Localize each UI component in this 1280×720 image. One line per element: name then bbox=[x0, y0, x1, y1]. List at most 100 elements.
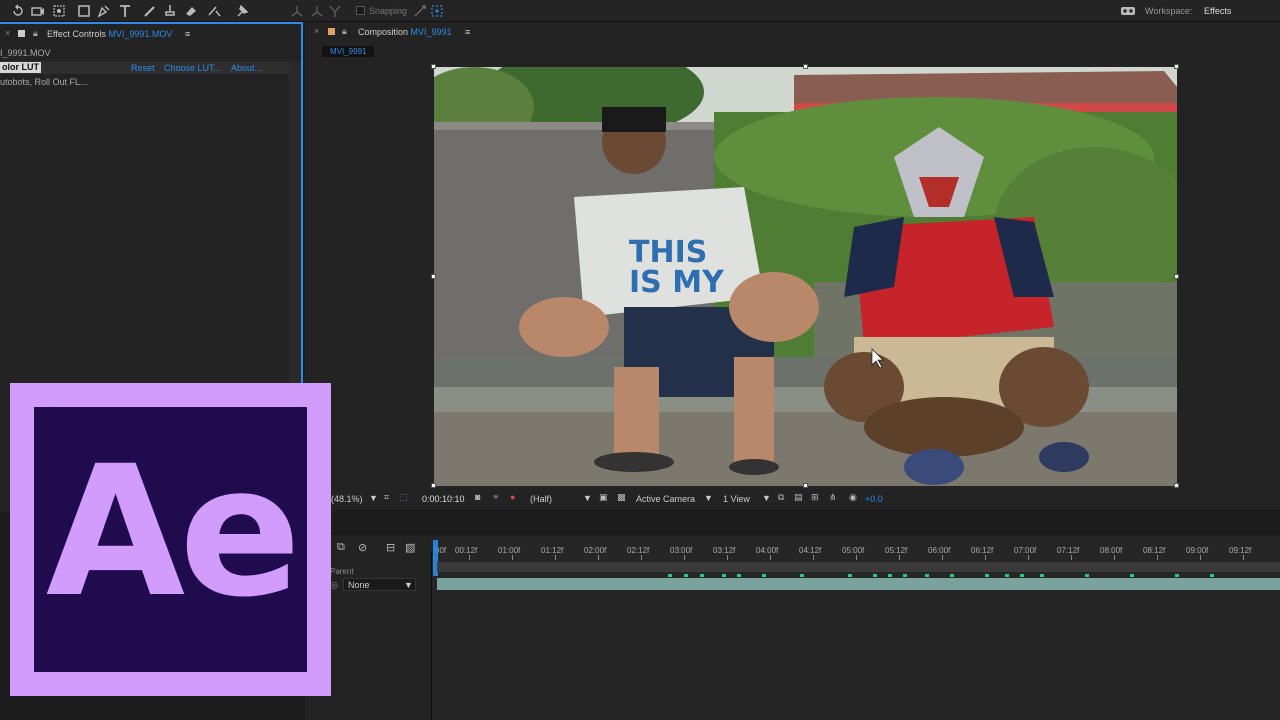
keyframe-marker[interactable] bbox=[1020, 574, 1024, 577]
comp-flowchart-icon[interactable]: ⊞ bbox=[811, 492, 819, 503]
layer-duration-bar[interactable] bbox=[437, 578, 1280, 590]
pickwhip-icon[interactable]: ◎ bbox=[330, 580, 338, 591]
zoom-chevron-icon[interactable]: ▼ bbox=[369, 493, 378, 503]
choose-lut-link[interactable]: Choose LUT... bbox=[164, 63, 221, 73]
keyframe-marker[interactable] bbox=[737, 574, 741, 577]
channel-icon[interactable]: ● bbox=[510, 492, 515, 502]
ruler-label: 04:00f bbox=[756, 546, 779, 555]
snap-target-icon[interactable] bbox=[429, 3, 445, 19]
resolution-dropdown[interactable]: (Half) bbox=[530, 494, 552, 504]
type-tool-icon[interactable] bbox=[117, 3, 133, 19]
workspace-selector[interactable]: Effects bbox=[1204, 6, 1231, 16]
keyframe-marker[interactable] bbox=[985, 574, 989, 577]
keyframe-marker[interactable] bbox=[873, 574, 877, 577]
close-tab-icon[interactable]: × bbox=[5, 28, 10, 38]
comp-subtab[interactable]: MVI_9991 bbox=[322, 46, 375, 57]
ruler-label: 07:00f bbox=[1014, 546, 1037, 555]
effect-name[interactable]: olor LUT bbox=[0, 62, 41, 73]
fast-previews-icon[interactable]: ⧉ bbox=[778, 492, 784, 503]
roto-brush-tool-icon[interactable] bbox=[207, 3, 223, 19]
camera-tool-icon[interactable] bbox=[30, 3, 46, 19]
time-ruler[interactable]: 00f 00:12f 01:00f 01:12f 02:00f 02:12f 03:00f 0… bbox=[433, 543, 1280, 560]
keyframe-marker[interactable] bbox=[668, 574, 672, 577]
keyframe-marker[interactable] bbox=[762, 574, 766, 577]
parent-chevron-icon[interactable]: ▼ bbox=[404, 580, 413, 590]
ruler-tick bbox=[598, 555, 599, 560]
keyframe-marker[interactable] bbox=[722, 574, 726, 577]
mask-visibility-icon[interactable]: ⬚ bbox=[399, 492, 408, 503]
tab-effect-controls[interactable]: Effect Controls MVI_9991.MOV bbox=[47, 23, 172, 45]
resolution-chevron-icon[interactable]: ▼ bbox=[583, 493, 592, 503]
transform-handle-br[interactable] bbox=[1174, 483, 1179, 488]
transform-handle-tl[interactable] bbox=[431, 64, 436, 69]
keyframe-marker[interactable] bbox=[848, 574, 852, 577]
timeline-toggle-icon[interactable]: ▤ bbox=[794, 492, 803, 503]
flowchart-icon[interactable]: ⋔ bbox=[829, 492, 837, 503]
work-area-bar[interactable] bbox=[437, 562, 1280, 572]
zoom-dropdown[interactable]: (48.1%) bbox=[331, 494, 363, 504]
current-time[interactable]: 0:00:10:10 bbox=[422, 494, 465, 504]
reset-exposure-icon[interactable]: ◉ bbox=[849, 492, 857, 503]
camera-dropdown[interactable]: Active Camera bbox=[636, 494, 695, 504]
rotate-tool-icon[interactable] bbox=[10, 3, 26, 19]
exposure-value[interactable]: +0.0 bbox=[865, 494, 883, 504]
keyframe-marker[interactable] bbox=[1210, 574, 1214, 577]
vr-icon[interactable] bbox=[1120, 3, 1136, 19]
axis-world-icon[interactable] bbox=[309, 3, 325, 19]
lock-icon[interactable]: 🔒︎ bbox=[33, 28, 38, 39]
views-chevron-icon[interactable]: ▼ bbox=[762, 493, 771, 503]
panel-menu-icon[interactable]: ≡ bbox=[185, 29, 190, 39]
axis-local-icon[interactable] bbox=[289, 3, 305, 19]
reset-link[interactable]: Reset bbox=[131, 63, 155, 73]
transform-handle-top[interactable] bbox=[803, 64, 808, 69]
region-of-interest-icon[interactable]: ▣ bbox=[599, 492, 608, 503]
keyframe-marker[interactable] bbox=[888, 574, 892, 577]
composition-viewer[interactable]: THIS IS MY bbox=[434, 67, 1177, 486]
keyframe-marker[interactable] bbox=[925, 574, 929, 577]
graph-editor-icon[interactable]: ▧ bbox=[405, 541, 415, 554]
rectangle-tool-icon[interactable] bbox=[76, 3, 92, 19]
draft-3d-icon[interactable]: ⊘ bbox=[358, 541, 367, 554]
after-effects-logo-inner: Ae bbox=[34, 407, 307, 672]
camera-chevron-icon[interactable]: ▼ bbox=[704, 493, 713, 503]
pan-behind-tool-icon[interactable] bbox=[51, 3, 67, 19]
transform-handle-right[interactable] bbox=[1174, 274, 1179, 279]
tab-composition[interactable]: Composition MVI_9991 bbox=[358, 21, 452, 43]
snapshot-icon[interactable]: ◙ bbox=[475, 492, 480, 502]
keyframe-marker[interactable] bbox=[800, 574, 804, 577]
transform-handle-bottom[interactable] bbox=[803, 483, 808, 488]
transform-handle-left[interactable] bbox=[431, 274, 436, 279]
comp-panel-menu-icon[interactable]: ≡ bbox=[465, 27, 470, 37]
safe-margins-icon[interactable]: ⌗ bbox=[384, 492, 389, 503]
snap-edges-icon[interactable] bbox=[412, 3, 428, 19]
ruler-label: 02:00f bbox=[584, 546, 607, 555]
keyframe-marker[interactable] bbox=[1005, 574, 1009, 577]
ruler-label: 08:12f bbox=[1143, 546, 1166, 555]
about-link[interactable]: About... bbox=[231, 63, 262, 73]
comp-mini-flowchart-icon[interactable]: ⧉ bbox=[337, 541, 345, 554]
keyframe-marker[interactable] bbox=[1130, 574, 1134, 577]
views-dropdown[interactable]: 1 View bbox=[723, 494, 750, 504]
transform-handle-tr[interactable] bbox=[1174, 64, 1179, 69]
show-snapshot-icon[interactable]: ⚭ bbox=[492, 492, 500, 503]
keyframe-marker[interactable] bbox=[1175, 574, 1179, 577]
clone-stamp-tool-icon[interactable] bbox=[162, 3, 178, 19]
transparency-grid-icon[interactable]: ▩ bbox=[617, 492, 626, 503]
comp-lock-icon[interactable]: 🔒︎ bbox=[342, 26, 347, 37]
keyframe-marker[interactable] bbox=[1040, 574, 1044, 577]
ruler-tick bbox=[469, 555, 470, 560]
keyframe-marker[interactable] bbox=[903, 574, 907, 577]
keyframe-marker[interactable] bbox=[1085, 574, 1089, 577]
axis-view-icon[interactable] bbox=[327, 3, 343, 19]
pen-tool-icon[interactable] bbox=[96, 3, 112, 19]
keyframe-marker[interactable] bbox=[700, 574, 704, 577]
keyframe-marker[interactable] bbox=[950, 574, 954, 577]
frame-blending-icon[interactable]: ⊟ bbox=[386, 541, 395, 554]
snapping-checkbox[interactable] bbox=[356, 6, 365, 15]
keyframe-marker[interactable] bbox=[684, 574, 688, 577]
brush-tool-icon[interactable] bbox=[142, 3, 158, 19]
puppet-pin-tool-icon[interactable] bbox=[234, 3, 250, 19]
close-comp-tab-icon[interactable]: × bbox=[314, 26, 319, 36]
transform-handle-bl[interactable] bbox=[431, 483, 436, 488]
eraser-tool-icon[interactable] bbox=[183, 3, 199, 19]
